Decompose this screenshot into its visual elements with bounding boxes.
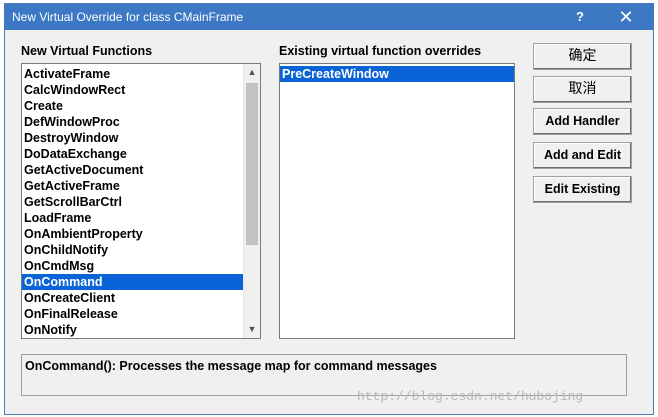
edit-existing-button[interactable]: Edit Existing [533,176,632,203]
list-item[interactable]: OnCommand [22,274,244,290]
new-virtual-override-dialog: New Virtual Override for class CMainFram… [4,3,654,415]
list-item[interactable]: OnFinalRelease [22,306,244,322]
list-scrollbar[interactable]: ▲ ▼ [243,64,260,338]
list-item[interactable]: DestroyWindow [22,130,244,146]
existing-overrides-list[interactable]: PreCreateWindow [279,63,515,339]
existing-overrides-label: Existing virtual function overrides [279,44,482,58]
list-item[interactable]: LoadFrame [22,210,244,226]
scroll-thumb[interactable] [246,83,258,245]
list-item[interactable]: DefWindowProc [22,114,244,130]
list-item[interactable]: CalcWindowRect [22,82,244,98]
help-icon[interactable]: ? [565,6,595,28]
list-item[interactable]: OnAmbientProperty [22,226,244,242]
list-item[interactable]: DoDataExchange [22,146,244,162]
scroll-up-icon[interactable]: ▲ [244,64,260,81]
list-item[interactable]: OnChildNotify [22,242,244,258]
cancel-button[interactable]: 取消 [533,76,632,103]
list-item[interactable]: GetScrollBarCtrl [22,194,244,210]
list-item[interactable]: GetActiveDocument [22,162,244,178]
list-item[interactable]: Create [22,98,244,114]
list-item[interactable]: OnCreateClient [22,290,244,306]
list-item[interactable]: OnNotify [22,322,244,338]
ok-button[interactable]: 确定 [533,43,632,70]
new-virtual-functions-list[interactable]: ActivateFrame CalcWindowRect Create DefWind… [21,63,261,339]
close-icon[interactable]: ✕ [611,6,641,28]
add-and-edit-button[interactable]: Add and Edit [533,142,632,169]
list-item[interactable]: OnCmdMsg [22,258,244,274]
scroll-down-icon[interactable]: ▼ [244,321,260,338]
function-description: OnCommand(): Processes the message map f… [25,359,437,373]
list-item[interactable]: GetActiveFrame [22,178,244,194]
new-virtual-functions-label: New Virtual Functions [21,44,153,58]
title-bar[interactable]: New Virtual Override for class CMainFram… [5,4,653,30]
add-handler-button[interactable]: Add Handler [533,108,632,135]
dialog-title: New Virtual Override for class CMainFram… [12,10,244,24]
watermark-text: http://blog.csdn.net/hubojing [357,389,584,404]
list-item[interactable]: PreCreateWindow [280,66,514,82]
list-item[interactable]: ActivateFrame [22,66,244,82]
